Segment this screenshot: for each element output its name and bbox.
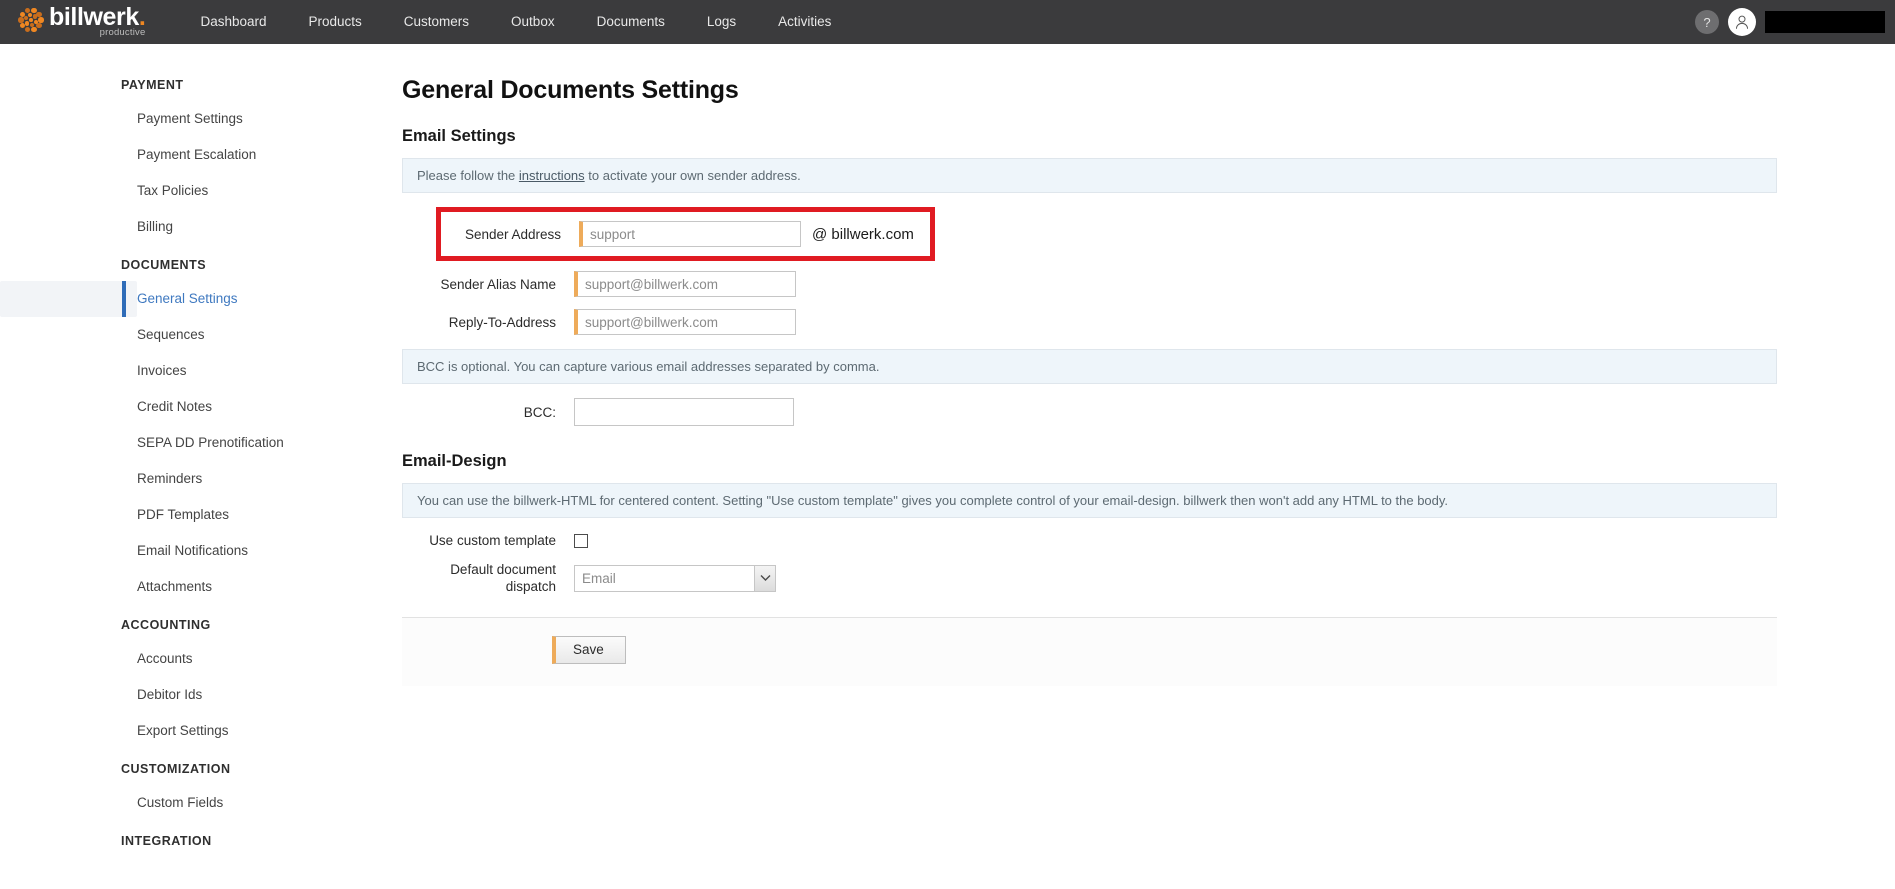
nav-item-documents[interactable]: Documents <box>576 0 686 44</box>
email-design-form: Use custom template Default document dis… <box>402 518 1777 595</box>
billwerk-dots-icon <box>18 7 44 33</box>
nav-item-activities[interactable]: Activities <box>757 0 852 44</box>
nav-item-dashboard[interactable]: Dashboard <box>179 0 287 44</box>
custom-template-row: Use custom template <box>402 532 1777 549</box>
main-content: General Documents Settings Email Setting… <box>402 44 1777 686</box>
page-body: PAYMENT Payment Settings Payment Escalat… <box>0 44 1895 889</box>
form-footer: Save <box>402 617 1777 686</box>
nav-item-outbox[interactable]: Outbox <box>490 0 576 44</box>
sender-address-label: Sender Address <box>464 226 561 242</box>
sender-address-info-banner: Please follow the instructions to activa… <box>402 158 1777 193</box>
brand-logo[interactable]: billwerk. productive <box>18 0 146 44</box>
sidebar-item-invoices[interactable]: Invoices <box>0 353 187 389</box>
instructions-link[interactable]: instructions <box>519 168 585 183</box>
dispatch-select-wrapper: Email <box>574 564 776 592</box>
nav-item-customers[interactable]: Customers <box>383 0 490 44</box>
sidebar-item-export-settings[interactable]: Export Settings <box>0 713 229 749</box>
sidebar-item-pdf-templates[interactable]: PDF Templates <box>0 497 229 533</box>
sidebar-group-customization: CUSTOMIZATION <box>121 762 231 776</box>
sidebar-item-attachments[interactable]: Attachments <box>0 569 212 605</box>
sidebar-item-sepa-dd-prenotification[interactable]: SEPA DD Prenotification <box>0 425 284 461</box>
dispatch-label-line1: Default document <box>450 562 556 577</box>
sidebar-group-documents: DOCUMENTS <box>121 258 207 272</box>
sidebar-item-billing[interactable]: Billing <box>0 209 173 245</box>
default-document-dispatch-select[interactable]: Email <box>574 564 776 592</box>
dispatch-label-line2: dispatch <box>505 579 556 594</box>
sender-alias-input[interactable] <box>574 271 796 297</box>
sidebar-item-accounts[interactable]: Accounts <box>0 641 193 677</box>
bcc-label: BCC: <box>523 404 556 420</box>
reply-to-row: Reply-To-Address <box>402 309 1777 335</box>
bcc-info-banner: BCC is optional. You can capture various… <box>402 349 1777 384</box>
user-icon <box>1735 15 1749 29</box>
sender-alias-label: Sender Alias Name <box>440 276 556 292</box>
nav-item-products[interactable]: Products <box>288 0 383 44</box>
bcc-row: BCC: <box>402 398 1777 426</box>
sender-address-input[interactable] <box>579 221 801 247</box>
reply-to-input[interactable] <box>574 309 796 335</box>
sidebar-group-accounting: ACCOUNTING <box>121 618 211 632</box>
sidebar-item-debitor-ids[interactable]: Debitor Ids <box>0 677 202 713</box>
sender-alias-row: Sender Alias Name <box>402 271 1777 297</box>
banner-text-before: Please follow the <box>417 168 519 183</box>
page-title: General Documents Settings <box>402 76 739 104</box>
sidebar-item-tax-policies[interactable]: Tax Policies <box>0 173 208 209</box>
settings-sidebar: PAYMENT Payment Settings Payment Escalat… <box>0 44 380 857</box>
nav-item-logs[interactable]: Logs <box>686 0 757 44</box>
sidebar-item-payment-settings[interactable]: Payment Settings <box>0 101 243 137</box>
avatar[interactable] <box>1728 8 1756 36</box>
save-button[interactable]: Save <box>552 636 626 664</box>
sidebar-item-reminders[interactable]: Reminders <box>0 461 202 497</box>
reply-to-label: Reply-To-Address <box>448 314 556 330</box>
sidebar-item-general-settings[interactable]: General Settings <box>0 281 238 317</box>
use-custom-template-checkbox[interactable] <box>574 533 588 548</box>
dispatch-row: Default document dispatch Email <box>402 561 1777 595</box>
custom-template-label: Use custom template <box>429 533 556 548</box>
email-design-heading: Email-Design <box>402 452 507 470</box>
dispatch-label: Default document dispatch <box>402 561 574 595</box>
sidebar-item-payment-escalation[interactable]: Payment Escalation <box>0 137 256 173</box>
help-icon[interactable]: ? <box>1695 10 1719 34</box>
account-name-redacted <box>1765 11 1885 33</box>
sidebar-group-payment: PAYMENT <box>121 78 184 92</box>
sidebar-item-sequences[interactable]: Sequences <box>0 317 205 353</box>
top-navbar: billwerk. productive Dashboard Products … <box>0 0 1895 44</box>
sender-address-highlight-box: Sender Address @ billwerk.com <box>436 207 935 261</box>
email-settings-heading: Email Settings <box>402 127 516 145</box>
sidebar-item-email-notifications[interactable]: Email Notifications <box>0 533 248 569</box>
sender-address-domain-suffix: @ billwerk.com <box>812 225 914 243</box>
sidebar-item-custom-fields[interactable]: Custom Fields <box>0 785 223 821</box>
email-design-info-banner: You can use the billwerk-HTML for center… <box>402 483 1777 518</box>
sidebar-group-integration: INTEGRATION <box>121 834 212 848</box>
sidebar-item-credit-notes[interactable]: Credit Notes <box>0 389 212 425</box>
bcc-input[interactable] <box>574 398 794 426</box>
banner-text-after: to activate your own sender address. <box>584 168 801 183</box>
bcc-form: BCC: <box>402 384 1777 426</box>
email-settings-form: Sender Address @ billwerk.com Sender Ali… <box>402 193 1777 335</box>
navbar-right-actions: ? <box>1695 8 1895 36</box>
main-nav: Dashboard Products Customers Outbox Docu… <box>179 0 852 44</box>
